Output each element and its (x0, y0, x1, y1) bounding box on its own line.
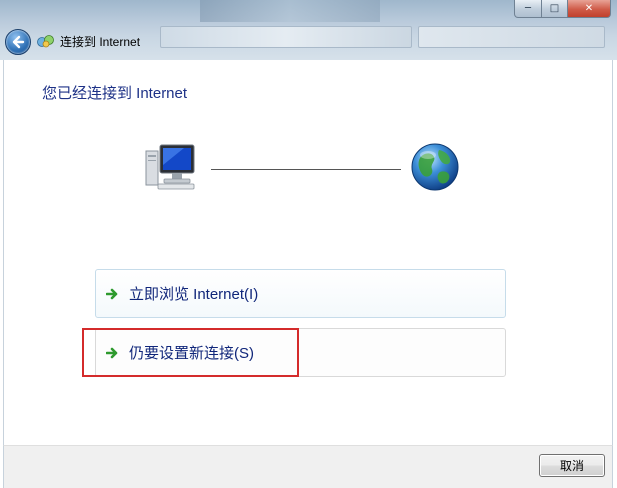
blurred-background (418, 26, 605, 48)
window-title: 连接到 Internet (60, 35, 141, 49)
network-connection-icon (37, 35, 54, 48)
blurred-background (200, 0, 380, 22)
back-button[interactable] (5, 29, 31, 55)
connection-line (211, 169, 401, 170)
computer-icon (145, 144, 195, 190)
red-highlight-box (82, 328, 299, 377)
blurred-background (160, 26, 412, 48)
wizard-footer: 取消 (3, 445, 613, 488)
wizard-content: 您已经连接到 Internet 立即浏览 Internet(I) 仍要设置新连接… (3, 60, 613, 445)
window-controls: ─ □ ✕ (514, 0, 611, 18)
close-button[interactable]: ✕ (568, 0, 611, 18)
maximize-button[interactable]: □ (542, 0, 568, 18)
green-arrow-icon (106, 288, 118, 299)
globe-icon (411, 143, 459, 191)
page-heading: 您已经连接到 Internet (42, 85, 188, 102)
browse-internet-link[interactable]: 立即浏览 Internet(I) (95, 269, 506, 318)
cancel-button[interactable]: 取消 (539, 454, 605, 477)
back-arrow-icon (12, 35, 25, 49)
minimize-button[interactable]: ─ (514, 0, 542, 18)
title-bar: ─ □ ✕ 连接到 Internet (0, 0, 617, 60)
browse-internet-label: 立即浏览 Internet(I) (129, 286, 259, 303)
